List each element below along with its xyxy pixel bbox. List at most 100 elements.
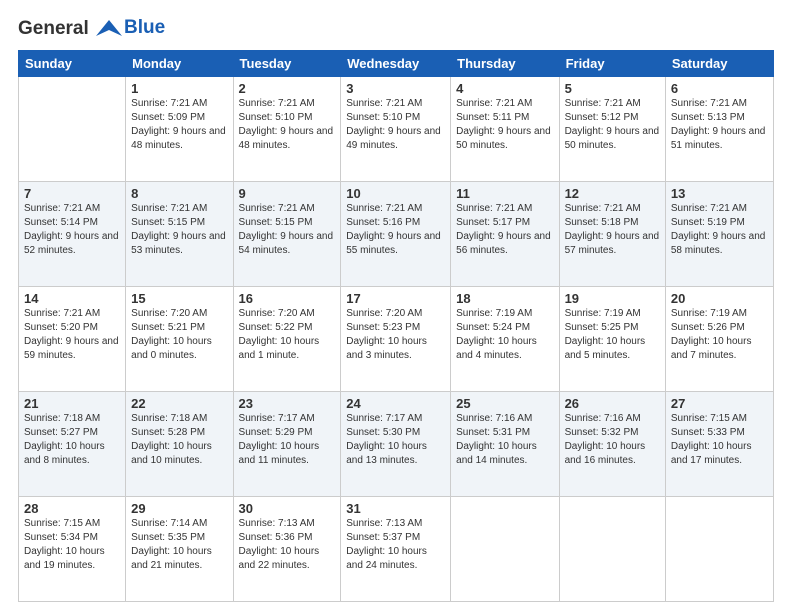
- day-number: 2: [239, 81, 336, 96]
- calendar-cell: 23Sunrise: 7:17 AMSunset: 5:29 PMDayligh…: [233, 392, 341, 497]
- logo: General Blue: [18, 18, 165, 40]
- day-number: 6: [671, 81, 768, 96]
- day-info: Sunrise: 7:21 AMSunset: 5:15 PMDaylight:…: [131, 202, 227, 258]
- day-info: Sunrise: 7:14 AMSunset: 5:35 PMDaylight:…: [131, 517, 227, 573]
- calendar-week-1: 1Sunrise: 7:21 AMSunset: 5:09 PMDaylight…: [19, 77, 774, 182]
- day-number: 25: [456, 396, 553, 411]
- header-saturday: Saturday: [665, 51, 773, 77]
- calendar-cell: 30Sunrise: 7:13 AMSunset: 5:36 PMDayligh…: [233, 497, 341, 602]
- day-number: 7: [24, 186, 120, 201]
- day-number: 3: [346, 81, 445, 96]
- header-thursday: Thursday: [451, 51, 559, 77]
- day-number: 27: [671, 396, 768, 411]
- day-info: Sunrise: 7:21 AMSunset: 5:15 PMDaylight:…: [239, 202, 336, 258]
- calendar-cell: [451, 497, 559, 602]
- calendar-cell: 15Sunrise: 7:20 AMSunset: 5:21 PMDayligh…: [126, 287, 233, 392]
- day-number: 20: [671, 291, 768, 306]
- calendar-week-4: 21Sunrise: 7:18 AMSunset: 5:27 PMDayligh…: [19, 392, 774, 497]
- day-number: 31: [346, 501, 445, 516]
- day-info: Sunrise: 7:21 AMSunset: 5:14 PMDaylight:…: [24, 202, 120, 258]
- day-number: 15: [131, 291, 227, 306]
- calendar-cell: 14Sunrise: 7:21 AMSunset: 5:20 PMDayligh…: [19, 287, 126, 392]
- day-number: 28: [24, 501, 120, 516]
- calendar-week-5: 28Sunrise: 7:15 AMSunset: 5:34 PMDayligh…: [19, 497, 774, 602]
- day-number: 22: [131, 396, 227, 411]
- day-number: 16: [239, 291, 336, 306]
- calendar-cell: 13Sunrise: 7:21 AMSunset: 5:19 PMDayligh…: [665, 182, 773, 287]
- day-number: 11: [456, 186, 553, 201]
- calendar-cell: 12Sunrise: 7:21 AMSunset: 5:18 PMDayligh…: [559, 182, 665, 287]
- day-info: Sunrise: 7:21 AMSunset: 5:09 PMDaylight:…: [131, 97, 227, 153]
- calendar-week-2: 7Sunrise: 7:21 AMSunset: 5:14 PMDaylight…: [19, 182, 774, 287]
- day-info: Sunrise: 7:21 AMSunset: 5:10 PMDaylight:…: [346, 97, 445, 153]
- calendar-cell: 20Sunrise: 7:19 AMSunset: 5:26 PMDayligh…: [665, 287, 773, 392]
- calendar-table: SundayMondayTuesdayWednesdayThursdayFrid…: [18, 50, 774, 602]
- logo-bird-icon: [96, 18, 122, 40]
- calendar-cell: 2Sunrise: 7:21 AMSunset: 5:10 PMDaylight…: [233, 77, 341, 182]
- day-number: 21: [24, 396, 120, 411]
- day-info: Sunrise: 7:13 AMSunset: 5:37 PMDaylight:…: [346, 517, 445, 573]
- day-number: 8: [131, 186, 227, 201]
- calendar-cell: 3Sunrise: 7:21 AMSunset: 5:10 PMDaylight…: [341, 77, 451, 182]
- day-info: Sunrise: 7:16 AMSunset: 5:31 PMDaylight:…: [456, 412, 553, 468]
- day-number: 23: [239, 396, 336, 411]
- day-info: Sunrise: 7:21 AMSunset: 5:17 PMDaylight:…: [456, 202, 553, 258]
- calendar-cell: 29Sunrise: 7:14 AMSunset: 5:35 PMDayligh…: [126, 497, 233, 602]
- day-number: 29: [131, 501, 227, 516]
- calendar-cell: 17Sunrise: 7:20 AMSunset: 5:23 PMDayligh…: [341, 287, 451, 392]
- calendar-cell: 27Sunrise: 7:15 AMSunset: 5:33 PMDayligh…: [665, 392, 773, 497]
- logo-text: General: [18, 18, 124, 40]
- day-info: Sunrise: 7:21 AMSunset: 5:13 PMDaylight:…: [671, 97, 768, 153]
- day-number: 17: [346, 291, 445, 306]
- calendar-cell: [19, 77, 126, 182]
- calendar-cell: 4Sunrise: 7:21 AMSunset: 5:11 PMDaylight…: [451, 77, 559, 182]
- calendar-cell: 21Sunrise: 7:18 AMSunset: 5:27 PMDayligh…: [19, 392, 126, 497]
- day-number: 5: [565, 81, 660, 96]
- day-number: 26: [565, 396, 660, 411]
- header-sunday: Sunday: [19, 51, 126, 77]
- day-info: Sunrise: 7:13 AMSunset: 5:36 PMDaylight:…: [239, 517, 336, 573]
- day-number: 4: [456, 81, 553, 96]
- day-info: Sunrise: 7:20 AMSunset: 5:21 PMDaylight:…: [131, 307, 227, 363]
- day-info: Sunrise: 7:20 AMSunset: 5:22 PMDaylight:…: [239, 307, 336, 363]
- calendar-cell: 28Sunrise: 7:15 AMSunset: 5:34 PMDayligh…: [19, 497, 126, 602]
- day-info: Sunrise: 7:21 AMSunset: 5:10 PMDaylight:…: [239, 97, 336, 153]
- header: General Blue: [18, 18, 774, 40]
- day-info: Sunrise: 7:21 AMSunset: 5:16 PMDaylight:…: [346, 202, 445, 258]
- day-info: Sunrise: 7:21 AMSunset: 5:18 PMDaylight:…: [565, 202, 660, 258]
- day-info: Sunrise: 7:18 AMSunset: 5:27 PMDaylight:…: [24, 412, 120, 468]
- day-number: 18: [456, 291, 553, 306]
- calendar-cell: 25Sunrise: 7:16 AMSunset: 5:31 PMDayligh…: [451, 392, 559, 497]
- day-info: Sunrise: 7:17 AMSunset: 5:29 PMDaylight:…: [239, 412, 336, 468]
- calendar-cell: 31Sunrise: 7:13 AMSunset: 5:37 PMDayligh…: [341, 497, 451, 602]
- calendar-cell: 22Sunrise: 7:18 AMSunset: 5:28 PMDayligh…: [126, 392, 233, 497]
- calendar-cell: [665, 497, 773, 602]
- calendar-cell: 19Sunrise: 7:19 AMSunset: 5:25 PMDayligh…: [559, 287, 665, 392]
- day-info: Sunrise: 7:16 AMSunset: 5:32 PMDaylight:…: [565, 412, 660, 468]
- header-tuesday: Tuesday: [233, 51, 341, 77]
- day-number: 13: [671, 186, 768, 201]
- day-number: 24: [346, 396, 445, 411]
- calendar-cell: 11Sunrise: 7:21 AMSunset: 5:17 PMDayligh…: [451, 182, 559, 287]
- day-number: 10: [346, 186, 445, 201]
- header-monday: Monday: [126, 51, 233, 77]
- day-info: Sunrise: 7:21 AMSunset: 5:11 PMDaylight:…: [456, 97, 553, 153]
- calendar-cell: 9Sunrise: 7:21 AMSunset: 5:15 PMDaylight…: [233, 182, 341, 287]
- day-info: Sunrise: 7:21 AMSunset: 5:20 PMDaylight:…: [24, 307, 120, 363]
- calendar-cell: 18Sunrise: 7:19 AMSunset: 5:24 PMDayligh…: [451, 287, 559, 392]
- calendar-header-row: SundayMondayTuesdayWednesdayThursdayFrid…: [19, 51, 774, 77]
- logo-blue-text: Blue: [124, 17, 165, 39]
- calendar-cell: 6Sunrise: 7:21 AMSunset: 5:13 PMDaylight…: [665, 77, 773, 182]
- day-info: Sunrise: 7:15 AMSunset: 5:34 PMDaylight:…: [24, 517, 120, 573]
- calendar-cell: 8Sunrise: 7:21 AMSunset: 5:15 PMDaylight…: [126, 182, 233, 287]
- calendar-cell: 26Sunrise: 7:16 AMSunset: 5:32 PMDayligh…: [559, 392, 665, 497]
- day-number: 1: [131, 81, 227, 96]
- day-info: Sunrise: 7:18 AMSunset: 5:28 PMDaylight:…: [131, 412, 227, 468]
- day-info: Sunrise: 7:20 AMSunset: 5:23 PMDaylight:…: [346, 307, 445, 363]
- calendar-cell: 24Sunrise: 7:17 AMSunset: 5:30 PMDayligh…: [341, 392, 451, 497]
- day-info: Sunrise: 7:21 AMSunset: 5:19 PMDaylight:…: [671, 202, 768, 258]
- calendar-cell: 1Sunrise: 7:21 AMSunset: 5:09 PMDaylight…: [126, 77, 233, 182]
- day-info: Sunrise: 7:19 AMSunset: 5:25 PMDaylight:…: [565, 307, 660, 363]
- day-info: Sunrise: 7:19 AMSunset: 5:26 PMDaylight:…: [671, 307, 768, 363]
- calendar-cell: 10Sunrise: 7:21 AMSunset: 5:16 PMDayligh…: [341, 182, 451, 287]
